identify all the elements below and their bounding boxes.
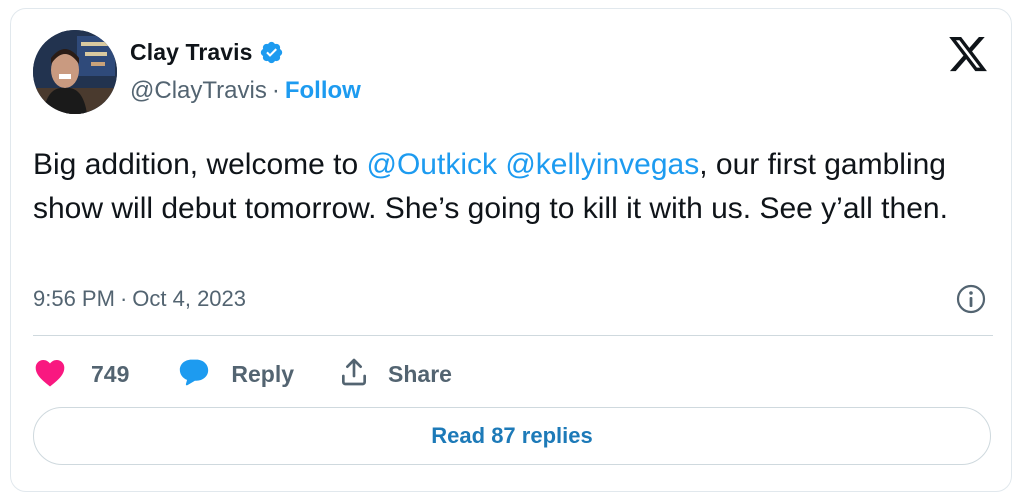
avatar[interactable] (33, 30, 117, 114)
tweet-meta: 9:56 PM · Oct 4, 2023 (33, 286, 246, 312)
share-label: Share (388, 360, 452, 387)
follow-button[interactable]: Follow (285, 77, 361, 105)
tweet-card: Clay Travis @ClayTravis · Follow Big add… (10, 8, 1012, 492)
tweet-date[interactable]: Oct 4, 2023 (132, 286, 246, 312)
author-handle-row: @ClayTravis · Follow (130, 77, 361, 105)
tweet-time[interactable]: 9:56 PM (33, 286, 115, 312)
reply-label: Reply (231, 360, 295, 387)
share-arrow-icon (338, 356, 370, 393)
like-count: 749 (91, 360, 130, 387)
share-button[interactable]: Share (338, 356, 452, 393)
read-replies-button[interactable]: Read 87 replies (33, 407, 991, 465)
date-separator: · (119, 286, 128, 311)
mention-kellyinvegas[interactable]: @kellyinvegas (505, 148, 699, 181)
avatar-image (33, 30, 117, 114)
handle-separator: · (271, 77, 280, 104)
divider (33, 335, 993, 336)
tweet-text: Big addition, welcome to @Outkick @kelly… (33, 143, 983, 231)
heart-icon (33, 357, 67, 392)
author-name[interactable]: Clay Travis (130, 39, 253, 66)
verified-badge-icon (259, 40, 284, 65)
x-logo-icon[interactable] (947, 33, 989, 75)
tweet-actions: 749 Reply Share (33, 354, 452, 394)
speech-bubble-icon (177, 355, 211, 394)
author-name-row: Clay Travis (130, 39, 284, 66)
like-button[interactable]: 749 (33, 357, 129, 392)
tweet-text-part: Big addition, welcome to (33, 148, 367, 181)
read-replies-label: Read 87 replies (431, 423, 593, 448)
info-icon[interactable] (955, 283, 987, 315)
mention-outkick[interactable]: @Outkick (367, 148, 497, 181)
author-handle[interactable]: @ClayTravis (130, 77, 267, 105)
reply-button[interactable]: Reply (177, 355, 294, 394)
